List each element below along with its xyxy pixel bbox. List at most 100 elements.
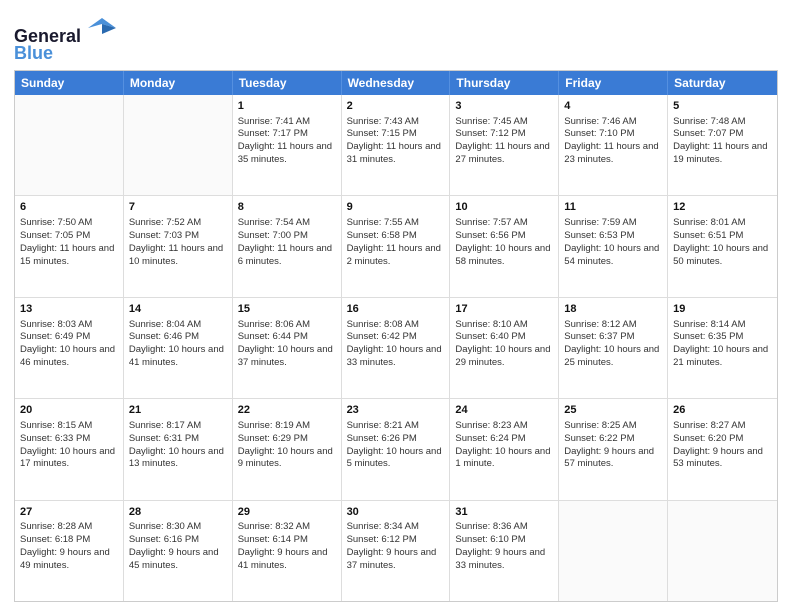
calendar-cell: 28Sunrise: 8:30 AMSunset: 6:16 PMDayligh… xyxy=(124,501,233,601)
daylight-text: Daylight: 11 hours and 6 minutes. xyxy=(238,243,332,267)
sunrise-text: Sunrise: 8:14 AM xyxy=(673,319,745,330)
sunset-text: Sunset: 6:58 PM xyxy=(347,230,417,241)
sunrise-text: Sunrise: 7:55 AM xyxy=(347,217,419,228)
daylight-text: Daylight: 9 hours and 41 minutes. xyxy=(238,547,328,571)
calendar-cell: 6Sunrise: 7:50 AMSunset: 7:05 PMDaylight… xyxy=(15,196,124,296)
logo-text: General xyxy=(14,14,116,47)
daylight-text: Daylight: 9 hours and 33 minutes. xyxy=(455,547,545,571)
calendar-cell: 26Sunrise: 8:27 AMSunset: 6:20 PMDayligh… xyxy=(668,399,777,499)
sunset-text: Sunset: 6:37 PM xyxy=(564,331,634,342)
calendar-cell: 13Sunrise: 8:03 AMSunset: 6:49 PMDayligh… xyxy=(15,298,124,398)
calendar-cell: 11Sunrise: 7:59 AMSunset: 6:53 PMDayligh… xyxy=(559,196,668,296)
day-number: 3 xyxy=(455,99,553,114)
day-number: 14 xyxy=(129,302,227,317)
daylight-text: Daylight: 9 hours and 53 minutes. xyxy=(673,446,763,470)
sunrise-text: Sunrise: 8:32 AM xyxy=(238,521,310,532)
sunset-text: Sunset: 7:15 PM xyxy=(347,128,417,139)
sunrise-text: Sunrise: 7:41 AM xyxy=(238,116,310,127)
calendar-cell: 23Sunrise: 8:21 AMSunset: 6:26 PMDayligh… xyxy=(342,399,451,499)
sunset-text: Sunset: 6:29 PM xyxy=(238,433,308,444)
day-number: 10 xyxy=(455,200,553,215)
sunrise-text: Sunrise: 7:50 AM xyxy=(20,217,92,228)
day-number: 31 xyxy=(455,505,553,520)
sunrise-text: Sunrise: 7:54 AM xyxy=(238,217,310,228)
sunset-text: Sunset: 6:12 PM xyxy=(347,534,417,545)
daylight-text: Daylight: 9 hours and 49 minutes. xyxy=(20,547,110,571)
daylight-text: Daylight: 10 hours and 33 minutes. xyxy=(347,344,442,368)
calendar-cell: 29Sunrise: 8:32 AMSunset: 6:14 PMDayligh… xyxy=(233,501,342,601)
daylight-text: Daylight: 10 hours and 50 minutes. xyxy=(673,243,768,267)
day-number: 6 xyxy=(20,200,118,215)
day-number: 20 xyxy=(20,403,118,418)
calendar-cell: 4Sunrise: 7:46 AMSunset: 7:10 PMDaylight… xyxy=(559,95,668,195)
day-number: 15 xyxy=(238,302,336,317)
sunset-text: Sunset: 6:56 PM xyxy=(455,230,525,241)
day-number: 25 xyxy=(564,403,662,418)
day-number: 24 xyxy=(455,403,553,418)
daylight-text: Daylight: 11 hours and 15 minutes. xyxy=(20,243,114,267)
day-number: 19 xyxy=(673,302,772,317)
sunset-text: Sunset: 7:10 PM xyxy=(564,128,634,139)
sunset-text: Sunset: 6:10 PM xyxy=(455,534,525,545)
sunrise-text: Sunrise: 8:06 AM xyxy=(238,319,310,330)
day-number: 16 xyxy=(347,302,445,317)
daylight-text: Daylight: 11 hours and 19 minutes. xyxy=(673,141,767,165)
header-wednesday: Wednesday xyxy=(342,71,451,95)
sunset-text: Sunset: 6:51 PM xyxy=(673,230,743,241)
sunset-text: Sunset: 6:53 PM xyxy=(564,230,634,241)
sunrise-text: Sunrise: 7:46 AM xyxy=(564,116,636,127)
sunset-text: Sunset: 6:26 PM xyxy=(347,433,417,444)
calendar-week-1: 1Sunrise: 7:41 AMSunset: 7:17 PMDaylight… xyxy=(15,95,777,196)
day-number: 7 xyxy=(129,200,227,215)
calendar-cell: 7Sunrise: 7:52 AMSunset: 7:03 PMDaylight… xyxy=(124,196,233,296)
calendar-cell: 30Sunrise: 8:34 AMSunset: 6:12 PMDayligh… xyxy=(342,501,451,601)
calendar-cell: 16Sunrise: 8:08 AMSunset: 6:42 PMDayligh… xyxy=(342,298,451,398)
calendar-cell: 12Sunrise: 8:01 AMSunset: 6:51 PMDayligh… xyxy=(668,196,777,296)
calendar-week-5: 27Sunrise: 8:28 AMSunset: 6:18 PMDayligh… xyxy=(15,501,777,601)
daylight-text: Daylight: 10 hours and 29 minutes. xyxy=(455,344,550,368)
sunset-text: Sunset: 7:07 PM xyxy=(673,128,743,139)
sunrise-text: Sunrise: 8:25 AM xyxy=(564,420,636,431)
calendar-cell xyxy=(124,95,233,195)
page: General Blue Sunday Monday Tuesday Wedne… xyxy=(0,0,792,612)
sunset-text: Sunset: 6:40 PM xyxy=(455,331,525,342)
sunset-text: Sunset: 6:18 PM xyxy=(20,534,90,545)
sunset-text: Sunset: 7:17 PM xyxy=(238,128,308,139)
day-number: 12 xyxy=(673,200,772,215)
daylight-text: Daylight: 11 hours and 2 minutes. xyxy=(347,243,441,267)
daylight-text: Daylight: 10 hours and 41 minutes. xyxy=(129,344,224,368)
day-number: 26 xyxy=(673,403,772,418)
header-sunday: Sunday xyxy=(15,71,124,95)
calendar-cell xyxy=(15,95,124,195)
daylight-text: Daylight: 9 hours and 45 minutes. xyxy=(129,547,219,571)
sunset-text: Sunset: 6:24 PM xyxy=(455,433,525,444)
calendar-cell: 5Sunrise: 7:48 AMSunset: 7:07 PMDaylight… xyxy=(668,95,777,195)
calendar-cell: 21Sunrise: 8:17 AMSunset: 6:31 PMDayligh… xyxy=(124,399,233,499)
daylight-text: Daylight: 10 hours and 21 minutes. xyxy=(673,344,768,368)
day-number: 13 xyxy=(20,302,118,317)
sunrise-text: Sunrise: 7:45 AM xyxy=(455,116,527,127)
sunset-text: Sunset: 6:46 PM xyxy=(129,331,199,342)
calendar-cell: 3Sunrise: 7:45 AMSunset: 7:12 PMDaylight… xyxy=(450,95,559,195)
sunrise-text: Sunrise: 7:57 AM xyxy=(455,217,527,228)
day-number: 4 xyxy=(564,99,662,114)
day-number: 2 xyxy=(347,99,445,114)
day-number: 21 xyxy=(129,403,227,418)
sunrise-text: Sunrise: 7:43 AM xyxy=(347,116,419,127)
sunset-text: Sunset: 6:14 PM xyxy=(238,534,308,545)
sunset-text: Sunset: 6:42 PM xyxy=(347,331,417,342)
daylight-text: Daylight: 10 hours and 9 minutes. xyxy=(238,446,333,470)
sunset-text: Sunset: 6:35 PM xyxy=(673,331,743,342)
calendar-cell xyxy=(668,501,777,601)
calendar-header-row: Sunday Monday Tuesday Wednesday Thursday… xyxy=(15,71,777,95)
sunrise-text: Sunrise: 8:17 AM xyxy=(129,420,201,431)
calendar-cell: 24Sunrise: 8:23 AMSunset: 6:24 PMDayligh… xyxy=(450,399,559,499)
sunrise-text: Sunrise: 7:52 AM xyxy=(129,217,201,228)
sunset-text: Sunset: 7:12 PM xyxy=(455,128,525,139)
sunset-text: Sunset: 6:20 PM xyxy=(673,433,743,444)
sunrise-text: Sunrise: 7:48 AM xyxy=(673,116,745,127)
sunrise-text: Sunrise: 8:21 AM xyxy=(347,420,419,431)
logo-bird-icon xyxy=(88,14,116,42)
sunrise-text: Sunrise: 8:19 AM xyxy=(238,420,310,431)
daylight-text: Daylight: 9 hours and 57 minutes. xyxy=(564,446,654,470)
